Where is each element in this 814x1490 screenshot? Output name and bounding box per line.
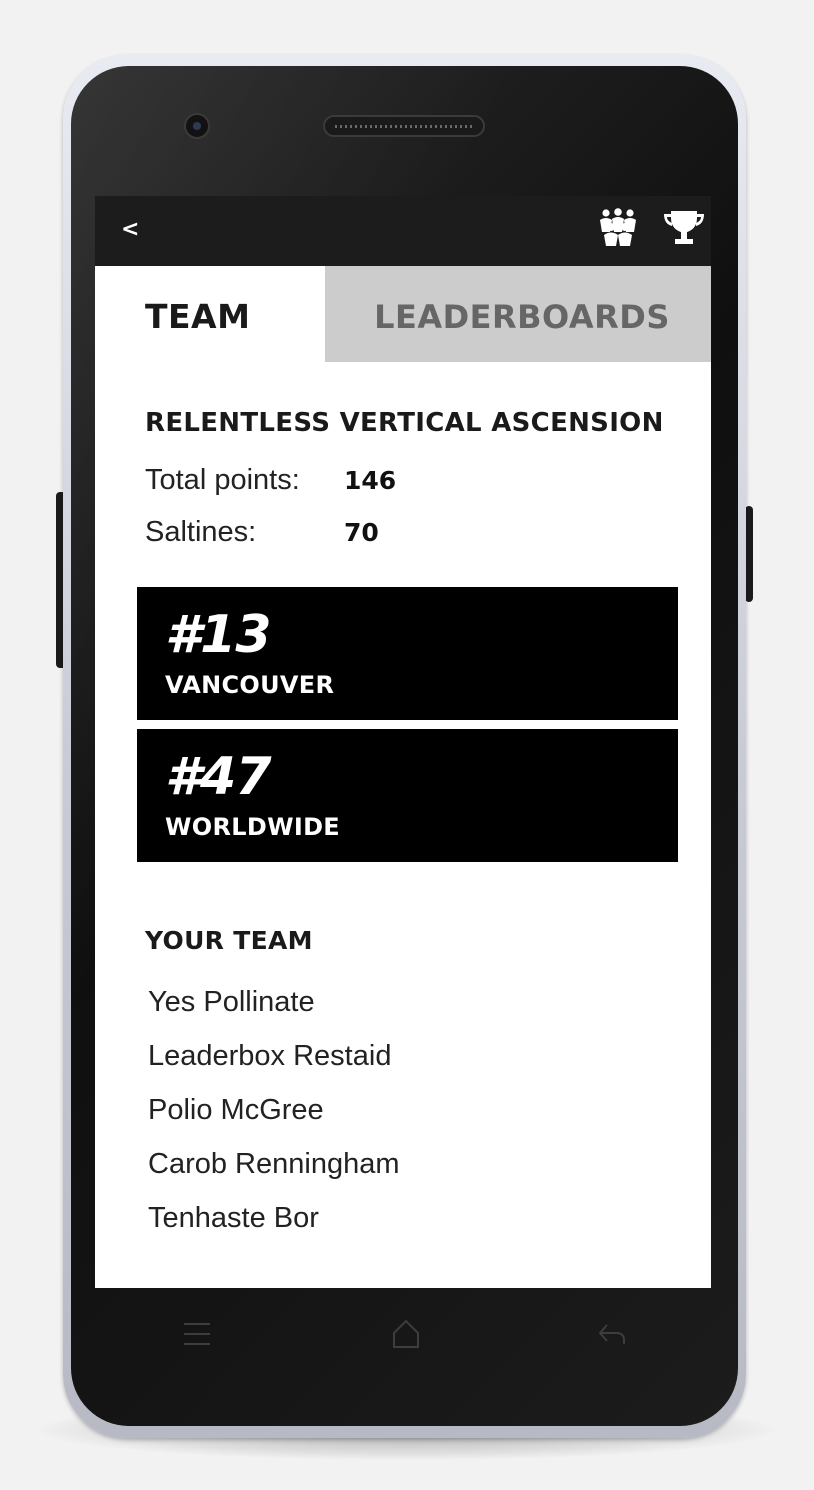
earpiece-speaker	[323, 115, 485, 137]
list-item[interactable]: Carob Renningham	[148, 1144, 668, 1198]
stat-value: 70	[344, 518, 379, 547]
rank-location: WORLDWIDE	[165, 813, 340, 841]
list-item[interactable]: Tenhaste Bor	[148, 1198, 668, 1252]
stat-value: 146	[344, 466, 397, 495]
team-icon[interactable]	[597, 208, 639, 248]
back-button[interactable]: <	[121, 212, 151, 248]
power-button	[745, 506, 753, 602]
rank-location: VANCOUVER	[165, 671, 335, 699]
list-item[interactable]: Yes Pollinate	[148, 982, 668, 1036]
front-camera	[184, 113, 210, 139]
stat-saltines: Saltines: 70	[145, 516, 645, 556]
rank-card-vancouver[interactable]: #13 VANCOUVER	[137, 587, 678, 720]
menu-icon[interactable]	[178, 1316, 218, 1352]
your-team-heading: YOUR TEAM	[145, 926, 313, 955]
stat-label: Saltines:	[145, 516, 257, 548]
team-member-list: Yes Pollinate Leaderbox Restaid Polio Mc…	[148, 982, 668, 1252]
list-item[interactable]: Polio McGree	[148, 1090, 668, 1144]
home-icon[interactable]	[386, 1316, 426, 1352]
tab-team[interactable]: TEAM	[95, 266, 325, 362]
trophy-icon[interactable]	[661, 208, 707, 248]
rank-number: #47	[165, 747, 272, 807]
tab-leaderboards[interactable]: LEADERBOARDS	[325, 266, 711, 362]
rank-number: #13	[165, 605, 272, 665]
stat-label: Total points:	[145, 464, 300, 496]
top-bar: <	[95, 196, 711, 266]
list-item[interactable]: Leaderbox Restaid	[148, 1036, 668, 1090]
rank-card-worldwide[interactable]: #47 WORLDWIDE	[137, 729, 678, 862]
team-name: RELENTLESS VERTICAL ASCENSION	[145, 408, 664, 438]
app-screen: < TEAM LEADERBOARDS RELENTLESS VERTICAL …	[95, 196, 711, 1288]
tab-bar: TEAM LEADERBOARDS	[95, 266, 711, 362]
stat-total-points: Total points: 146	[145, 464, 645, 504]
back-arrow-icon[interactable]	[594, 1316, 634, 1352]
